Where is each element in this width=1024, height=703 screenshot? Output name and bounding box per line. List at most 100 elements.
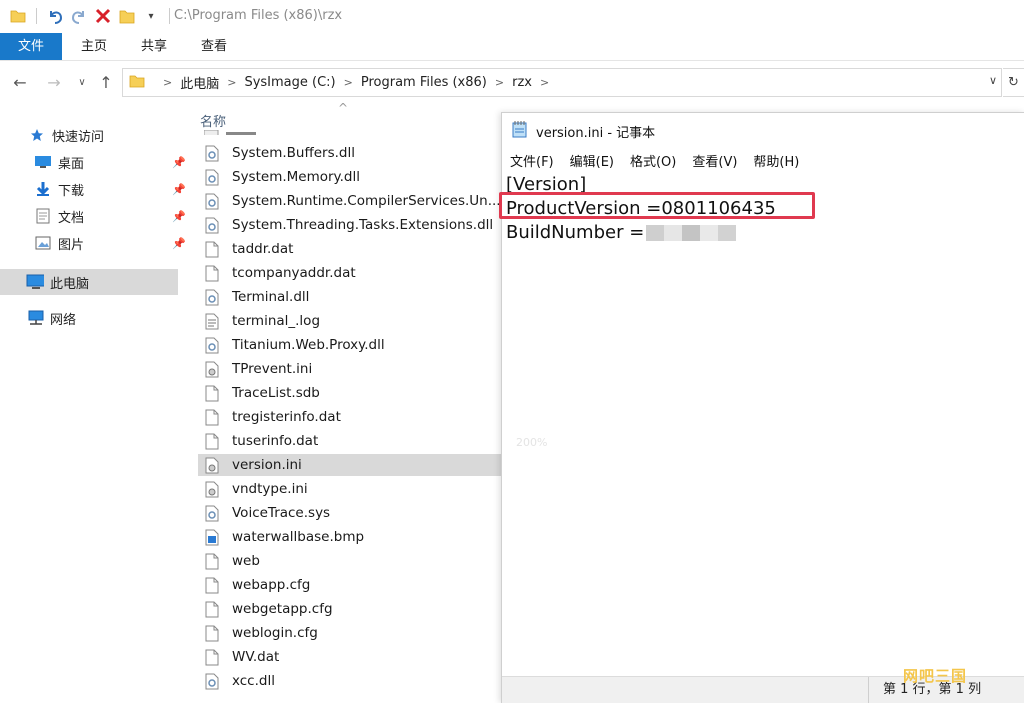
nav-downloads[interactable]: 下载 📌 — [34, 177, 186, 201]
breadcrumb-separator-icon[interactable]: > — [495, 76, 504, 89]
breadcrumb-separator-icon[interactable]: > — [227, 76, 236, 89]
file-list: 名称 ^ System.Buffers.dll System.Memory.dll… — [190, 103, 502, 702]
nav-label: 此电脑 — [50, 276, 90, 292]
tab-share[interactable]: 共享 — [124, 33, 184, 60]
file-row[interactable]: VoiceTrace.sys — [198, 502, 502, 524]
file-row[interactable]: System.Runtime.CompilerServices.Un... — [198, 190, 502, 212]
menu-edit[interactable]: 编辑(E) — [570, 151, 614, 171]
notepad-icon — [512, 120, 528, 142]
notepad-menu-bar: 文件(F) 编辑(E) 格式(O) 查看(V) 帮助(H) — [510, 151, 799, 171]
file-row[interactable]: tuserinfo.dat — [198, 430, 502, 452]
notepad-text-area[interactable]: [Version] ProductVersion =0801106435 Bui… — [506, 173, 1021, 673]
file-row[interactable]: System.Memory.dll — [198, 166, 502, 188]
file-row[interactable]: vndtype.ini — [198, 478, 502, 500]
file-row[interactable]: tregisterinfo.dat — [198, 406, 502, 428]
notepad-title-bar: version.ini - 记事本 — [512, 121, 655, 141]
breadcrumb-separator-icon[interactable]: > — [344, 76, 353, 89]
file-row[interactable]: version.ini — [198, 454, 502, 476]
file-row[interactable]: webgetapp.cfg — [198, 598, 502, 620]
file-row[interactable]: weblogin.cfg — [198, 622, 502, 644]
menu-help[interactable]: 帮助(H) — [753, 151, 799, 171]
file-name: terminal_.log — [232, 313, 321, 329]
toolbar-divider — [36, 8, 37, 24]
file-row[interactable]: webapp.cfg — [198, 574, 502, 596]
dll-icon — [204, 216, 220, 234]
forward-arrow-icon[interactable]: → — [44, 72, 64, 92]
picture-icon — [34, 234, 52, 252]
dll-icon — [204, 144, 220, 162]
file-row[interactable]: System.Buffers.dll — [198, 142, 502, 164]
file-name: tregisterinfo.dat — [232, 409, 341, 425]
nav-documents[interactable]: 文档 📌 — [34, 204, 186, 228]
address-bar[interactable]: > 此电脑 > SysImage (C:) > Program Files (x86)… — [122, 68, 1002, 97]
file-row[interactable]: taddr.dat — [198, 238, 502, 260]
ribbon-tabs: 文件 主页 共享 查看 — [0, 33, 1024, 61]
title-bar: ▾ C:\Program Files (x86)\rzx — [0, 0, 1024, 32]
file-icon — [204, 648, 220, 666]
redo-icon[interactable] — [69, 6, 89, 26]
file-name: tuserinfo.dat — [232, 433, 319, 449]
menu-format[interactable]: 格式(O) — [630, 151, 676, 171]
ini-icon — [204, 456, 220, 474]
menu-view[interactable]: 查看(V) — [692, 151, 737, 171]
tab-home[interactable]: 主页 — [64, 33, 124, 60]
build-number-label: BuildNumber = — [506, 222, 645, 243]
file-icon — [204, 264, 220, 282]
up-arrow-icon[interactable]: ↑ — [96, 72, 116, 92]
breadcrumb-separator-icon[interactable]: > — [540, 76, 549, 89]
file-name: System.Memory.dll — [232, 169, 360, 185]
breadcrumb-separator-icon[interactable]: > — [163, 76, 172, 89]
chevron-down-icon[interactable]: ∨ — [989, 74, 997, 87]
customize-toolbar-icon[interactable]: ▾ — [141, 6, 161, 26]
nav-label: 下载 — [58, 183, 85, 199]
file-name: System.Runtime.CompilerServices.Un... — [232, 193, 501, 209]
pin-icon[interactable]: 📌 — [172, 156, 186, 169]
dll-icon — [204, 288, 220, 306]
file-icon — [204, 408, 220, 426]
file-row[interactable]: Titanium.Web.Proxy.dll — [198, 334, 502, 356]
file-row[interactable]: TPrevent.ini — [198, 358, 502, 380]
folder-icon[interactable] — [117, 6, 137, 26]
file-name: vndtype.ini — [232, 481, 308, 497]
pin-icon[interactable]: 📌 — [172, 237, 186, 250]
pin-icon[interactable]: 📌 — [172, 183, 186, 196]
delete-icon[interactable] — [93, 6, 113, 26]
file-icon — [204, 552, 220, 570]
toolbar-divider — [169, 8, 170, 24]
dll-icon — [204, 192, 220, 210]
file-row[interactable]: System.Threading.Tasks.Extensions.dll — [198, 214, 502, 236]
nav-this-pc[interactable]: 此电脑 — [0, 269, 178, 295]
file-row[interactable]: waterwallbase.bmp — [198, 526, 502, 548]
redacted-value — [646, 225, 737, 241]
pin-icon[interactable]: 📌 — [172, 210, 186, 223]
nav-quick-access[interactable]: 快速访问 — [28, 123, 104, 147]
file-icon — [204, 240, 220, 258]
breadcrumb-drive[interactable]: SysImage (C:) — [244, 75, 335, 90]
nav-desktop[interactable]: 桌面 📌 — [34, 150, 186, 174]
tab-view[interactable]: 查看 — [184, 33, 244, 60]
file-row[interactable]: WV.dat — [198, 646, 502, 668]
partial-file-row — [204, 127, 264, 135]
file-row[interactable]: web — [198, 550, 502, 572]
file-row[interactable]: xcc.dll — [198, 670, 502, 692]
file-name: System.Threading.Tasks.Extensions.dll — [232, 217, 494, 233]
nav-network[interactable]: 网络 — [26, 306, 76, 330]
quick-access-toolbar: ▾ — [8, 6, 174, 26]
file-row[interactable]: tcompanyaddr.dat — [198, 262, 502, 284]
breadcrumb-this-pc[interactable]: 此电脑 — [180, 73, 219, 92]
tab-file[interactable]: 文件 — [0, 33, 62, 60]
nav-pictures[interactable]: 图片 📌 — [34, 231, 186, 255]
breadcrumb-program-files[interactable]: Program Files (x86) — [361, 75, 487, 90]
breadcrumb-rzx[interactable]: rzx — [512, 75, 532, 90]
undo-icon[interactable] — [45, 6, 65, 26]
file-row[interactable]: TraceList.sdb — [198, 382, 502, 404]
recent-locations-icon[interactable]: ∨ — [72, 72, 92, 92]
refresh-icon[interactable]: ↻ — [1003, 68, 1024, 97]
file-name: webgetapp.cfg — [232, 601, 333, 617]
file-name: xcc.dll — [232, 673, 275, 689]
back-arrow-icon[interactable]: ← — [10, 72, 30, 92]
menu-file[interactable]: 文件(F) — [510, 151, 554, 171]
file-row[interactable]: Terminal.dll — [198, 286, 502, 308]
file-row[interactable]: terminal_.log — [198, 310, 502, 332]
file-name: Titanium.Web.Proxy.dll — [232, 337, 385, 353]
